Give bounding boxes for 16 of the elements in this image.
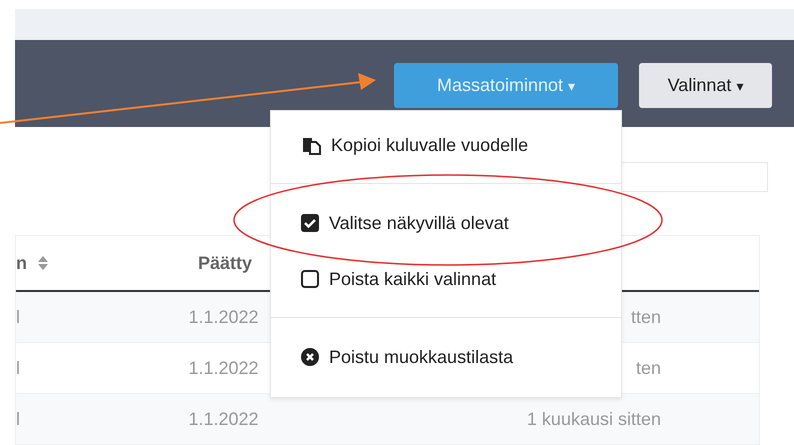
- menu-item[interactable]: Kopioi kuluvalle vuodelle: [271, 117, 621, 173]
- table-cell: 1.1.2022: [188, 306, 259, 326]
- table-cell: tten: [630, 306, 661, 326]
- table-cell: ten: [636, 358, 661, 378]
- menu-item[interactable]: Poistu muokkaustilasta: [271, 329, 621, 385]
- column-header[interactable]: Päätty: [198, 252, 252, 272]
- table-cell: l: [16, 306, 20, 328]
- table-cell: l: [16, 358, 20, 378]
- table-cell: 1 kuukausi sitten: [526, 408, 661, 428]
- table-cell: 1.1.2022: [188, 358, 259, 378]
- dropdown-button[interactable]: Valinnat ▾: [639, 63, 772, 108]
- table-cell: l: [16, 408, 20, 430]
- column-header[interactable]: n: [16, 252, 27, 274]
- table-cell: 1.1.2022: [188, 408, 259, 428]
- menu-item[interactable]: Valitse näkyvillä olevat: [271, 195, 621, 251]
- menu-item[interactable]: Poista kaikki valinnat: [271, 251, 621, 307]
